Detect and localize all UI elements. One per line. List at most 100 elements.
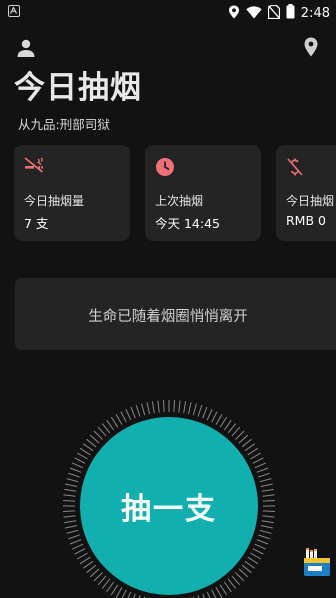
dial-tick <box>89 568 100 578</box>
page-title: 今日抽烟 <box>14 70 142 106</box>
dial-tick <box>93 572 103 582</box>
stat-card-today-cost[interactable]: 今日抽烟 RMB 0 <box>276 145 336 241</box>
dial-tick <box>101 578 111 589</box>
no-sim-icon <box>267 4 280 23</box>
dial-tick <box>66 529 79 534</box>
stat-label: 今日抽烟量 <box>24 194 85 208</box>
stat-card-last-smoke[interactable]: 上次抽烟 今天 14:45 <box>145 145 261 241</box>
dial-tick <box>262 500 275 502</box>
dial-tick <box>69 539 82 545</box>
dial-tick <box>231 426 241 437</box>
dial-tick <box>135 405 141 417</box>
dial-tick <box>188 402 192 415</box>
dial-tick <box>64 520 77 524</box>
dial-tick <box>238 568 249 578</box>
wifi-icon <box>246 4 262 23</box>
dial-tick <box>93 430 103 440</box>
no-smoking-icon <box>24 157 44 177</box>
dial-tick <box>260 483 273 487</box>
dial-tick <box>252 548 264 555</box>
top-bar <box>0 30 336 66</box>
dial-tick <box>256 467 269 473</box>
smoke-one-button[interactable]: 抽一支 <box>80 417 258 595</box>
dial-tick <box>151 401 155 414</box>
dial-tick <box>101 423 111 434</box>
dial-tick <box>238 434 249 444</box>
dial-tick <box>173 400 175 413</box>
dial-tick <box>65 525 78 529</box>
dial-tick <box>127 591 132 598</box>
dial-tick <box>106 581 115 593</box>
dial-tick <box>241 564 252 574</box>
dial-tick <box>254 462 267 469</box>
dial-tick <box>76 452 88 460</box>
dial-tick <box>66 478 79 483</box>
dial-tick <box>64 488 77 492</box>
status-bar: 2:48 <box>0 0 336 24</box>
dial-tick <box>63 510 76 512</box>
dial-tick <box>157 400 160 413</box>
dial-tick <box>258 472 270 478</box>
dial-tick <box>235 430 245 440</box>
dial-tick <box>74 548 86 555</box>
dial-tick <box>241 438 252 448</box>
dial-tick <box>244 560 256 569</box>
dial-tick <box>86 564 97 574</box>
dial-tick <box>69 467 82 473</box>
dial-tick <box>211 411 218 423</box>
dial-tick <box>106 419 115 431</box>
dial-tick <box>262 515 275 518</box>
dial-tick <box>74 457 86 464</box>
cigarette-pack-icon[interactable] <box>302 548 332 582</box>
dial-tick <box>254 543 267 550</box>
dial-tick <box>219 416 228 428</box>
dial-tick <box>192 403 197 416</box>
dial-tick <box>223 581 232 593</box>
dial-tick <box>250 552 262 560</box>
dial-tick <box>82 443 94 452</box>
dial-tick <box>206 591 211 598</box>
dial-tick <box>202 406 208 419</box>
dial-tick <box>71 462 84 469</box>
dial-tick <box>244 443 256 452</box>
dial-tick <box>63 515 76 518</box>
dial-tick <box>86 438 97 448</box>
status-time: 2:48 <box>300 6 330 21</box>
dial-tick <box>68 534 80 540</box>
stat-value: RMB 0 <box>286 213 326 228</box>
dial-tick <box>247 556 259 565</box>
dial-tick <box>231 575 241 586</box>
dial-tick <box>115 587 123 598</box>
dial-tick <box>260 525 273 529</box>
stats-row[interactable]: 今日抽烟量 7 支 上次抽烟 今天 14:45 今日抽烟 RMB 0 <box>14 145 336 241</box>
dial-tick <box>256 539 269 545</box>
dial-tick <box>141 403 146 416</box>
dial-tick <box>250 452 262 460</box>
dial-tick <box>262 494 275 497</box>
dial-tick <box>227 578 237 589</box>
dial-tick <box>89 434 100 444</box>
dial-tick <box>262 510 275 512</box>
dial-tick <box>133 593 136 598</box>
dial-tick <box>110 416 119 428</box>
quote-card: 生命已随着烟圈悄悄离开 <box>15 278 336 350</box>
stat-value: 今天 14:45 <box>155 216 220 231</box>
dial-tick <box>211 589 217 598</box>
dial-tick <box>261 520 274 524</box>
dial-tick <box>247 447 259 456</box>
dial-tick <box>197 405 203 417</box>
dial-tick <box>130 406 136 419</box>
stat-card-today-count[interactable]: 今日抽烟量 7 支 <box>14 145 130 241</box>
dial-tick <box>261 488 274 492</box>
rank-subtitle: 从九品:刑部司狱 <box>18 117 110 132</box>
dial-tick <box>223 419 232 431</box>
stat-label: 今日抽烟 <box>286 194 335 208</box>
dial-tick <box>183 401 187 414</box>
dial-tick <box>163 400 165 413</box>
stat-label: 上次抽烟 <box>155 194 204 208</box>
dial-tick <box>97 426 107 437</box>
user-icon[interactable] <box>16 38 36 62</box>
dial-tick <box>202 593 205 598</box>
dial-tick <box>215 413 223 425</box>
location-pin-icon[interactable] <box>304 37 318 61</box>
